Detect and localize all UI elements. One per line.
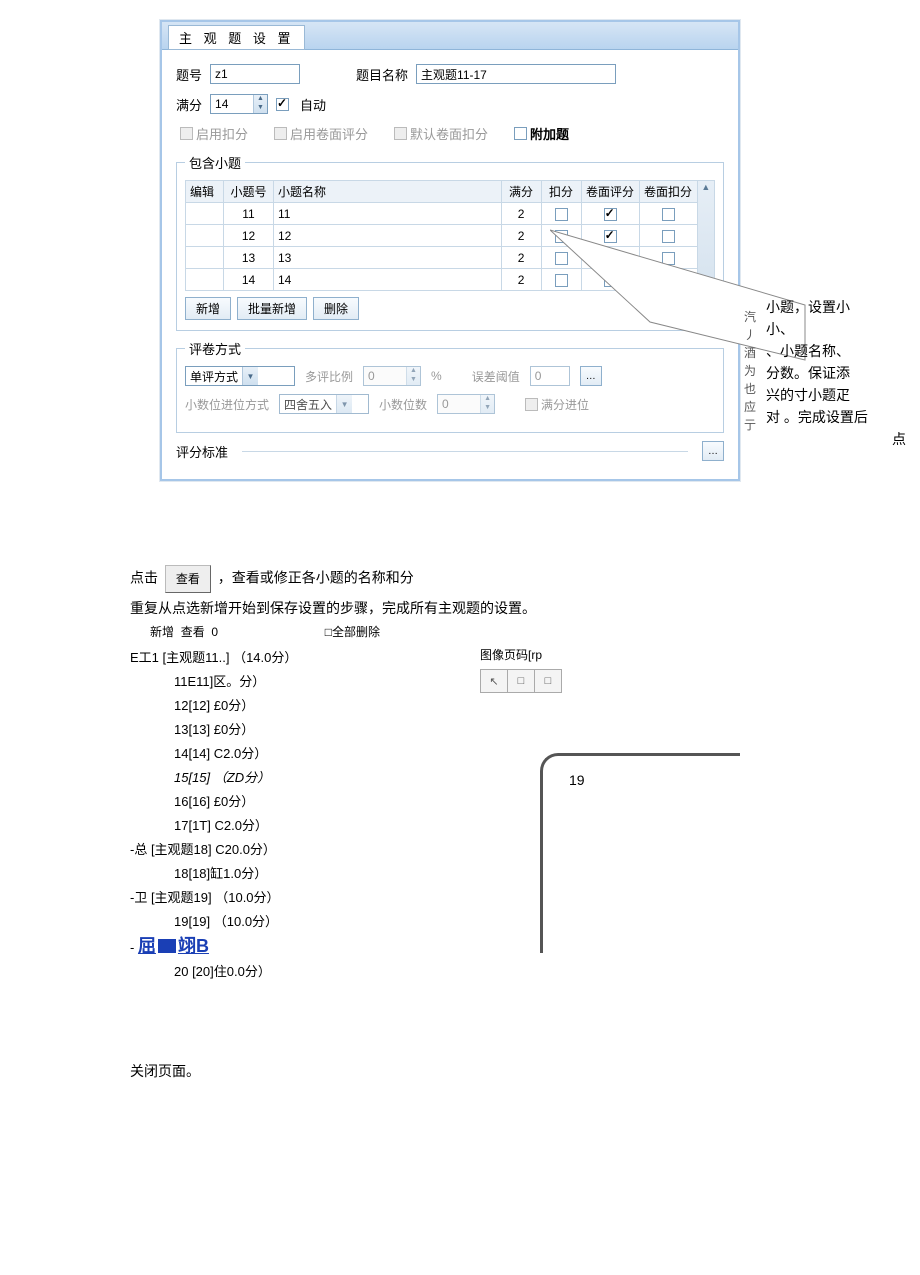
spin-down-icon[interactable]: ▼ bbox=[254, 104, 267, 113]
stray-chars: 汽丿酒 为也应 亍 bbox=[744, 308, 756, 434]
eval-mode-legend: 评卷方式 bbox=[185, 339, 245, 358]
row-checkbox[interactable] bbox=[604, 230, 617, 243]
col-deduct: 扣分 bbox=[541, 181, 581, 203]
add-button[interactable]: 新增 bbox=[185, 297, 231, 320]
dec-input bbox=[438, 395, 480, 413]
round-label: 小数位进位方式 bbox=[185, 396, 269, 413]
instruction-click-view: 点击 查看 ，查看或修正各小题的名称和分 bbox=[130, 565, 800, 593]
scroll-up-icon[interactable]: ▲ bbox=[701, 181, 710, 193]
col-num: 小题号 bbox=[224, 181, 274, 203]
row-checkbox[interactable] bbox=[555, 208, 568, 221]
sub-questions-group: 包含小题 编辑 小题号 小题名称 满分 扣分 卷面评分 bbox=[176, 153, 724, 331]
eval-mode-select[interactable]: 单评方式 ▼ bbox=[185, 366, 295, 386]
row-checkbox[interactable] bbox=[662, 208, 675, 221]
tool-slot-3[interactable]: □ bbox=[535, 670, 561, 692]
auto-label: 自动 bbox=[300, 95, 326, 114]
score-std-button[interactable]: … bbox=[702, 441, 724, 461]
subjective-dialog: 主 观 题 设 置 题号 题目名称 满分 ▲▼ bbox=[160, 20, 740, 481]
dialog-title: 主 观 题 设 置 bbox=[168, 25, 305, 50]
default-paperdeduct-checkbox bbox=[394, 127, 407, 140]
dec-label: 小数位数 bbox=[379, 396, 427, 413]
row-checkbox[interactable] bbox=[604, 208, 617, 221]
callout-text: 小题，设置小 小、 、小题名称、 分数。保证添 兴的寸小题疋 对 。完成设置后 … bbox=[766, 296, 906, 450]
name-label: 题目名称 bbox=[356, 65, 408, 84]
sub-questions-table: 编辑 小题号 小题名称 满分 扣分 卷面评分 卷面扣分 111121212213… bbox=[185, 180, 698, 291]
mini-toolbar: 新增 查看 0 □全部删除 bbox=[150, 623, 800, 640]
chevron-down-icon: ▼ bbox=[336, 395, 352, 413]
fullscore-spinner[interactable]: ▲▼ bbox=[210, 94, 268, 114]
id-label: 题号 bbox=[176, 65, 202, 84]
row-checkbox[interactable] bbox=[555, 230, 568, 243]
spin-up-icon[interactable]: ▲ bbox=[254, 95, 267, 104]
region-label-19: 19 bbox=[569, 772, 585, 788]
page-code-label: 图像页码[rp bbox=[480, 646, 760, 663]
round-value: 四舍五入 bbox=[284, 396, 332, 413]
scroll-down-icon[interactable]: ▼ bbox=[701, 278, 710, 290]
table-row[interactable]: 11112 bbox=[186, 203, 698, 225]
auto-checkbox[interactable] bbox=[276, 98, 289, 111]
sub-questions-legend: 包含小题 bbox=[185, 153, 245, 172]
col-paperscore: 卷面评分 bbox=[581, 181, 639, 203]
table-row[interactable]: 12122 bbox=[186, 225, 698, 247]
tool-slot-2[interactable]: □ bbox=[508, 670, 535, 692]
delete-button[interactable]: 删除 bbox=[313, 297, 359, 320]
thresh-more-button[interactable]: … bbox=[580, 366, 602, 386]
row-checkbox[interactable] bbox=[662, 252, 675, 265]
col-name: 小题名称 bbox=[274, 181, 502, 203]
instruction-repeat: 重复从点选新增开始到保存设置的步骤，完成所有主观题的设置。 bbox=[130, 597, 800, 619]
default-paperdeduct-label: 默认卷面扣分 bbox=[410, 127, 488, 142]
full-carry-checkbox bbox=[525, 398, 538, 411]
enable-paperscore-label: 启用卷面评分 bbox=[290, 127, 368, 142]
table-row[interactable]: 14142 bbox=[186, 269, 698, 291]
col-full: 满分 bbox=[501, 181, 541, 203]
eval-mode-value: 单评方式 bbox=[190, 368, 238, 385]
score-std-label: 评分标准 bbox=[176, 442, 228, 461]
row-checkbox[interactable] bbox=[555, 274, 568, 287]
close-instruction: 关闭页面。 bbox=[130, 1060, 800, 1082]
col-edit: 编辑 bbox=[186, 181, 224, 203]
id-input[interactable] bbox=[210, 64, 300, 84]
chevron-down-icon: ▼ bbox=[242, 367, 258, 385]
row-checkbox[interactable] bbox=[604, 274, 617, 287]
view-button[interactable]: 查看 bbox=[165, 565, 211, 593]
attach-label: 附加题 bbox=[530, 127, 569, 142]
round-select: 四舍五入 ▼ bbox=[279, 394, 369, 414]
row-checkbox[interactable] bbox=[662, 274, 675, 287]
fullscore-label: 满分 bbox=[176, 95, 202, 114]
preview-toolbar: ↖ □ □ bbox=[480, 669, 562, 693]
name-input[interactable] bbox=[416, 64, 616, 84]
enable-paperscore-checkbox bbox=[274, 127, 287, 140]
ratio-spinner: ▲▼ bbox=[363, 366, 421, 386]
tree-item[interactable]: 20 [20]住0.0分） bbox=[174, 960, 800, 984]
image-preview-pane: 图像页码[rp ↖ □ □ 19 bbox=[480, 646, 760, 953]
blue-square-icon bbox=[158, 939, 176, 953]
dialog-titlebar: 主 观 题 设 置 bbox=[162, 22, 738, 50]
col-paperdeduct: 卷面扣分 bbox=[639, 181, 697, 203]
pct-label: % bbox=[431, 369, 442, 383]
answer-region-box: 19 bbox=[540, 753, 740, 953]
table-scrollbar[interactable]: ▲ ▼ bbox=[698, 180, 715, 291]
attach-checkbox[interactable] bbox=[514, 127, 527, 140]
row-checkbox[interactable] bbox=[555, 252, 568, 265]
row-checkbox[interactable] bbox=[662, 230, 675, 243]
batch-add-button[interactable]: 批量新增 bbox=[237, 297, 307, 320]
fullscore-input[interactable] bbox=[211, 95, 253, 113]
table-row[interactable]: 13132 bbox=[186, 247, 698, 269]
ratio-input bbox=[364, 367, 406, 385]
thresh-label: 误差阈值 bbox=[472, 368, 520, 385]
full-carry-label: 满分进位 bbox=[541, 398, 589, 412]
ratio-label: 多评比例 bbox=[305, 368, 353, 385]
dec-spinner: ▲▼ bbox=[437, 394, 495, 414]
enable-deduct-checkbox bbox=[180, 127, 193, 140]
row-checkbox[interactable] bbox=[604, 252, 617, 265]
enable-deduct-label: 启用扣分 bbox=[196, 127, 248, 142]
thresh-input bbox=[530, 366, 570, 386]
eval-mode-group: 评卷方式 单评方式 ▼ 多评比例 ▲▼ % 误差阈值 bbox=[176, 339, 724, 433]
cursor-icon[interactable]: ↖ bbox=[481, 670, 508, 692]
